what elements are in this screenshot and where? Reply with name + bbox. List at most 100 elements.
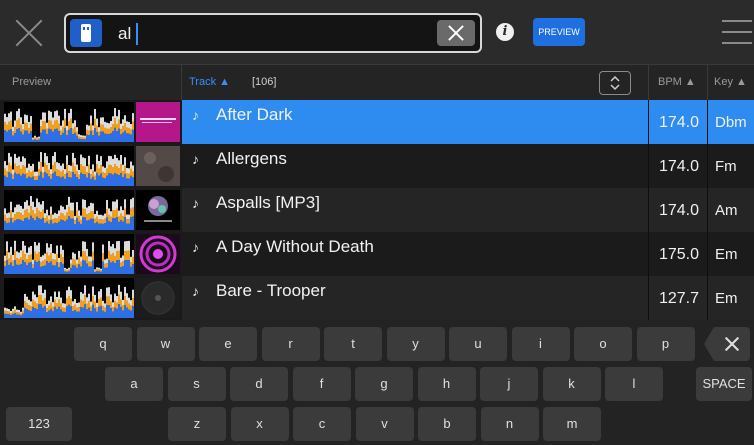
key-v[interactable]: v — [355, 407, 414, 441]
column-divider — [648, 64, 649, 100]
track-title: After Dark — [216, 105, 293, 124]
track-row[interactable]: ♪ Allergens 174.0 Fm — [0, 144, 754, 188]
key-g[interactable]: g — [355, 367, 413, 401]
key-cell: Fm — [708, 144, 754, 188]
search-input[interactable]: al — [64, 13, 482, 53]
bpm-cell: 174.0 — [649, 100, 707, 144]
key-u[interactable]: u — [449, 327, 507, 361]
sort-chevrons-icon — [610, 75, 620, 91]
clear-search-button[interactable] — [437, 20, 475, 46]
track-title-cell[interactable]: ♪ A Day Without Death — [182, 232, 649, 276]
key-n[interactable]: n — [480, 407, 539, 441]
key-y[interactable]: y — [386, 327, 445, 361]
key-k[interactable]: k — [542, 367, 601, 401]
track-bpm: 174.0 — [658, 158, 699, 175]
track-key: Em — [715, 290, 738, 307]
track-count: [106] — [252, 76, 277, 88]
music-note-icon: ♪ — [192, 195, 199, 211]
waveform-preview[interactable] — [4, 234, 134, 274]
key-m[interactable]: m — [543, 407, 601, 441]
info-icon[interactable]: i — [496, 23, 514, 41]
waveform-preview[interactable] — [4, 146, 134, 186]
track-title-cell[interactable]: ♪ Bare - Trooper — [182, 276, 649, 320]
key-d[interactable]: d — [230, 367, 288, 401]
search-query-text: al — [118, 24, 132, 43]
usb-source-button[interactable] — [70, 19, 102, 47]
column-divider — [648, 100, 649, 320]
key-cell: Am — [708, 188, 754, 232]
key-q[interactable]: q — [74, 327, 132, 361]
album-artwork — [136, 190, 180, 230]
bpm-cell: 174.0 — [649, 144, 707, 188]
column-divider — [707, 64, 708, 100]
waveform-preview[interactable] — [4, 278, 134, 318]
track-bpm: 174.0 — [658, 202, 699, 219]
track-title-cell[interactable]: ♪ After Dark — [182, 100, 649, 144]
track-column-header[interactable]: Track ▲ — [189, 76, 230, 88]
menu-icon[interactable] — [722, 20, 752, 44]
track-row[interactable]: ♪ After Dark 174.0 Dbm — [0, 100, 754, 144]
sort-toggle-button[interactable] — [599, 71, 631, 95]
track-title-cell[interactable]: ♪ Allergens — [182, 144, 649, 188]
album-artwork — [136, 102, 180, 142]
key-j[interactable]: j — [480, 367, 538, 401]
on-screen-keyboard: q w e r t y u i o p a s d f g h j k l SPACE z x c v b n m 123 — [0, 320, 754, 445]
key-x[interactable]: x — [230, 407, 289, 441]
key-t[interactable]: t — [324, 327, 382, 361]
waveform-preview[interactable] — [4, 102, 134, 142]
track-bpm: 175.0 — [658, 246, 699, 263]
key-w[interactable]: w — [136, 327, 195, 361]
backspace-key[interactable] — [704, 327, 750, 361]
track-title: Bare - Trooper — [216, 281, 326, 300]
music-note-icon: ♪ — [192, 283, 199, 299]
track-title-cell[interactable]: ♪ Aspalls [MP3] — [182, 188, 649, 232]
bpm-cell: 175.0 — [649, 232, 707, 276]
track-key: Em — [715, 246, 738, 263]
close-icon[interactable] — [14, 18, 44, 48]
key-a[interactable]: a — [105, 367, 163, 401]
key-c[interactable]: c — [293, 407, 351, 441]
bpm-cell: 127.7 — [649, 276, 707, 320]
track-row[interactable]: ♪ Bare - Trooper 127.7 Em — [0, 276, 754, 320]
key-b[interactable]: b — [418, 407, 476, 441]
key-cell: Dbm — [708, 100, 754, 144]
key-e[interactable]: e — [199, 327, 257, 361]
key-cell: Em — [708, 232, 754, 276]
space-key[interactable]: SPACE — [696, 367, 752, 401]
column-divider — [181, 64, 182, 100]
key-p[interactable]: p — [636, 327, 695, 361]
key-z[interactable]: z — [168, 407, 226, 441]
track-row[interactable]: ♪ A Day Without Death 175.0 Em — [0, 232, 754, 276]
preview-button[interactable]: PREVIEW — [533, 18, 585, 46]
music-note-icon: ♪ — [192, 151, 199, 167]
track-bpm: 127.7 — [658, 290, 699, 307]
backspace-icon — [724, 336, 740, 352]
key-h[interactable]: h — [417, 367, 476, 401]
track-title: A Day Without Death — [216, 237, 374, 256]
track-key: Am — [715, 202, 738, 219]
text-caret — [136, 23, 138, 45]
numbers-key[interactable]: 123 — [6, 407, 72, 441]
key-s[interactable]: s — [167, 367, 226, 401]
preview-column-header[interactable]: Preview — [12, 76, 51, 88]
key-o[interactable]: o — [574, 327, 632, 361]
bpm-cell: 174.0 — [649, 188, 707, 232]
music-note-icon: ♪ — [192, 107, 199, 123]
key-r[interactable]: r — [261, 327, 320, 361]
key-cell: Em — [708, 276, 754, 320]
bpm-column-header[interactable]: BPM ▲ — [658, 76, 696, 88]
track-title: Allergens — [216, 149, 287, 168]
key-i[interactable]: i — [511, 327, 570, 361]
column-divider — [707, 100, 708, 320]
key-f[interactable]: f — [292, 367, 351, 401]
usb-icon — [81, 24, 91, 42]
waveform-preview[interactable] — [4, 190, 134, 230]
track-bpm: 174.0 — [658, 114, 699, 131]
key-column-header[interactable]: Key ▲ — [714, 76, 747, 88]
track-row[interactable]: ♪ Aspalls [MP3] 174.0 Am — [0, 188, 754, 232]
track-list: ♪ After Dark 174.0 Dbm ♪ Allergens 174.0 Fm ♪ Asp… — [0, 100, 754, 320]
top-bar: al i PREVIEW — [0, 0, 754, 64]
track-title: Aspalls [MP3] — [216, 193, 320, 212]
key-l[interactable]: l — [605, 367, 663, 401]
album-artwork — [136, 234, 180, 274]
